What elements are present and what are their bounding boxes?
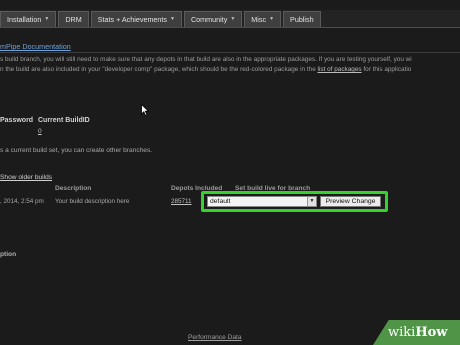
- nav-tabs: Installation ▼ DRM Stats + Achievements …: [0, 11, 321, 27]
- caret-down-icon: ▼: [44, 16, 50, 22]
- tab-label: Community: [190, 15, 228, 24]
- caret-down-icon: ▼: [230, 16, 236, 22]
- caret-down-icon: ▼: [170, 16, 175, 22]
- instructions-line-1: s build branch, you will still need to m…: [0, 56, 412, 63]
- tab-label: Publish: [290, 15, 314, 24]
- build-description: Your build description here: [55, 198, 130, 205]
- tab-label: DRM: [65, 15, 82, 24]
- tab-publish[interactable]: Publish: [283, 11, 321, 27]
- build-date: , 2014, 2:54 pm: [0, 198, 44, 205]
- tab-community[interactable]: Community ▼: [183, 11, 243, 27]
- list-of-packages-link[interactable]: list of packages: [318, 66, 362, 73]
- tab-drm[interactable]: DRM: [58, 11, 89, 27]
- instructions-paragraph: s build branch, you will still need to m…: [0, 55, 460, 75]
- section-title-link[interactable]: mPipe Documentation: [0, 42, 71, 51]
- column-header-password: Password: [0, 117, 34, 124]
- mouse-cursor-icon: [141, 104, 149, 116]
- tab-installation[interactable]: Installation ▼: [0, 11, 57, 27]
- tab-label: Stats + Achievements: [97, 15, 168, 24]
- tab-label: Misc: [251, 15, 267, 24]
- nav-divider: [0, 27, 460, 28]
- instructions-line-2: n the build are also included in your "d…: [0, 65, 460, 75]
- branch-note: s a current build set, you can create ot…: [0, 147, 153, 154]
- chevron-down-icon[interactable]: ▼: [307, 197, 316, 206]
- tab-stats-achievements[interactable]: Stats + Achievements ▼: [90, 11, 182, 27]
- current-buildid-link[interactable]: 0: [38, 128, 42, 135]
- show-older-builds-link[interactable]: Show older builds: [0, 174, 52, 181]
- performance-data-link[interactable]: Performance Data: [188, 334, 242, 341]
- tab-label: Installation: [7, 15, 42, 24]
- section-divider: [0, 52, 460, 53]
- caret-down-icon: ▼: [269, 16, 275, 22]
- column-header-current-buildid: Current BuildID: [38, 117, 90, 124]
- column-header-description: Description: [55, 185, 92, 192]
- branch-select-value: default: [210, 198, 231, 205]
- watermark-wiki: wiki: [388, 325, 416, 340]
- depot-link[interactable]: 285711: [171, 198, 192, 205]
- branch-select[interactable]: default ▼: [207, 196, 317, 207]
- instructions-line-2-tail: for this applicatio: [361, 66, 412, 73]
- preview-change-button[interactable]: Preview Change: [320, 196, 381, 207]
- watermark-how: How: [415, 325, 448, 340]
- tab-misc[interactable]: Misc ▼: [244, 11, 282, 27]
- wikihow-watermark: wiki How: [373, 320, 460, 345]
- section-label: ption: [0, 251, 17, 258]
- instructions-line-2-text: n the build are also included in your "d…: [0, 66, 318, 73]
